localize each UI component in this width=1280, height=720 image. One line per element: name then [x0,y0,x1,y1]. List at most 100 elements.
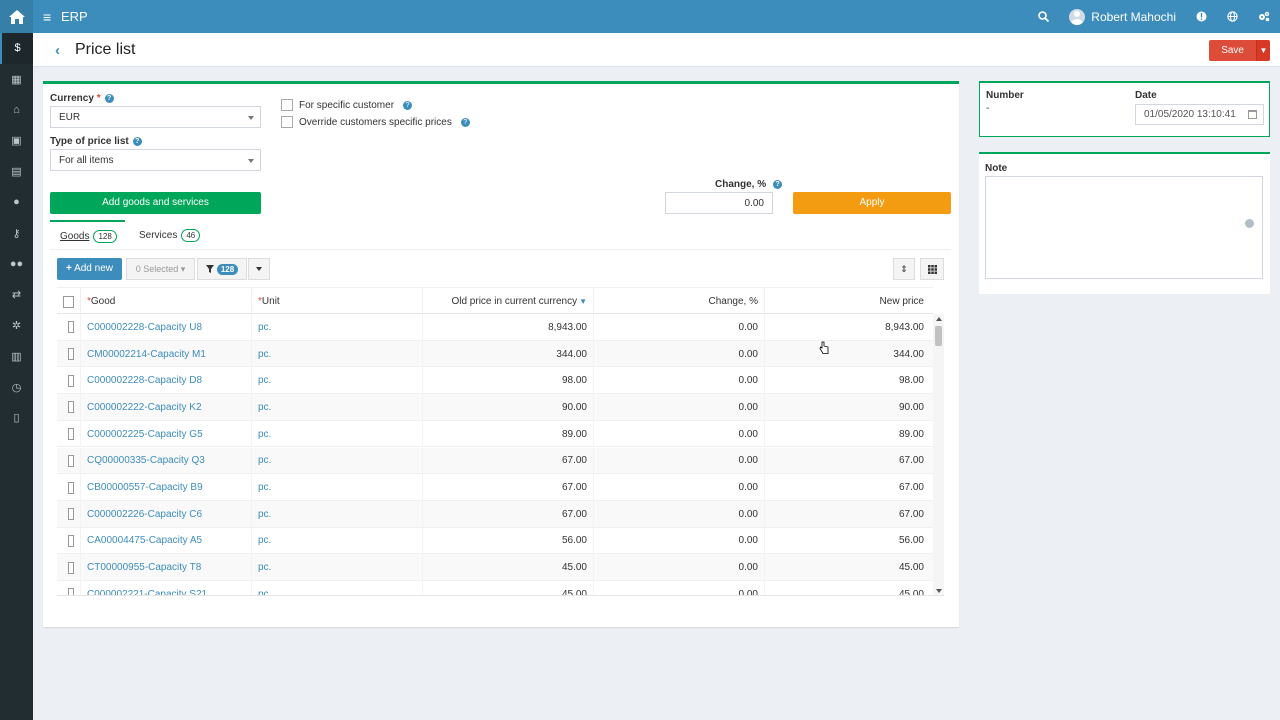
row-checkbox[interactable] [68,428,74,441]
unit-cell[interactable]: pc. [252,581,423,595]
good-cell[interactable]: CA00004475-Capacity A5 [81,527,252,555]
unit-link[interactable]: pc. [258,509,271,520]
good-cell[interactable]: CM00002214-Capacity M1 [81,340,252,368]
good-cell[interactable]: C000002226-Capacity C6 [81,500,252,528]
user-menu[interactable]: Robert Mahochi [1069,8,1176,25]
unit-link[interactable]: pc. [258,455,271,466]
good-link[interactable]: CQ00000335-Capacity Q3 [87,455,205,466]
filter-button[interactable]: 128 [197,258,247,280]
apply-button[interactable]: Apply [793,192,951,214]
override-checkbox[interactable] [281,116,293,128]
new-price-cell[interactable]: 90.00 [765,394,933,421]
change-cell[interactable]: 0.00 [594,500,765,528]
table-row[interactable]: CA00004475-Capacity A5 pc. 56.00 0.00 56.00 [57,527,933,555]
new-price-cell[interactable]: 56.00 [765,528,933,555]
table-scrollbar[interactable] [933,314,944,595]
new-price-cell[interactable]: 67.00 [765,448,933,475]
search-icon[interactable] [1038,11,1050,22]
unit-link[interactable]: pc. [258,589,271,595]
change-cell[interactable]: 0.00 [594,581,765,595]
unit-cell[interactable]: pc. [252,527,423,555]
table-row[interactable]: C000002222-Capacity K2 pc. 90.00 0.00 90.00 [57,394,933,421]
clock-icon[interactable]: ◷ [0,372,33,403]
unit-cell[interactable]: pc. [252,447,423,475]
good-link[interactable]: C000002225-Capacity G5 [87,429,203,440]
unit-link[interactable]: pc. [258,429,271,440]
new-price-cell[interactable]: 8,943.00 [765,314,933,341]
sort-icon[interactable]: ⇕ [893,258,915,280]
select-all-checkbox[interactable] [63,295,74,308]
good-link[interactable]: CA00004475-Capacity A5 [87,535,202,546]
unit-cell[interactable]: pc. [252,367,423,395]
note-textarea[interactable] [985,176,1263,279]
users-icon[interactable]: ●● [0,249,33,280]
col-change[interactable]: Change, % [594,288,765,315]
hamburger-icon[interactable]: ≡ [43,9,51,25]
add-goods-button[interactable]: Add goods and services [50,192,261,214]
unit-link[interactable]: pc. [258,535,271,546]
table-row[interactable]: CB00000557-Capacity B9 pc. 67.00 0.00 67.00 [57,474,933,501]
row-checkbox[interactable] [68,534,74,547]
good-cell[interactable]: C000002228-Capacity U8 [81,314,252,341]
table-row[interactable]: C000002228-Capacity U8 pc. 8,943.00 0.00 8,9… [57,314,933,341]
globe-icon[interactable] [1245,219,1254,228]
basket-icon[interactable]: ▦ [0,64,33,95]
row-checkbox[interactable] [68,348,74,361]
col-old-price[interactable]: Old price in current currency ▼ [423,288,594,315]
new-price-cell[interactable]: 67.00 [765,501,933,528]
save-button[interactable]: Save [1209,40,1256,61]
add-new-button[interactable]: + Add new [57,258,122,280]
change-cell[interactable]: 0.00 [594,394,765,421]
calendar-icon[interactable] [1248,110,1257,119]
good-cell[interactable]: C000002228-Capacity D8 [81,367,252,395]
table-row[interactable]: CQ00000335-Capacity Q3 pc. 67.00 0.00 67.00 [57,447,933,475]
unit-link[interactable]: pc. [258,482,271,493]
back-arrow-icon[interactable]: ‹ [55,42,60,59]
user-icon[interactable]: ● [0,187,33,218]
change-cell[interactable]: 0.00 [594,340,765,368]
table-row[interactable]: C000002226-Capacity C6 pc. 67.00 0.00 67.00 [57,500,933,528]
app-brand[interactable]: ERP [61,9,88,24]
unit-cell[interactable]: pc. [252,474,423,501]
good-cell[interactable]: C000002221-Capacity S21 [81,581,252,595]
good-link[interactable]: CT00000955-Capacity T8 [87,562,201,573]
good-cell[interactable]: C000002222-Capacity K2 [81,394,252,421]
archive-icon[interactable]: ▤ [0,156,33,187]
change-cell[interactable]: 0.00 [594,554,765,581]
grid-columns-icon[interactable] [920,258,944,280]
settings-icon[interactable] [1258,11,1270,22]
change-cell[interactable]: 0.00 [594,367,765,395]
unit-link[interactable]: pc. [258,349,271,360]
row-checkbox[interactable] [68,561,74,574]
globe-icon[interactable] [1227,11,1238,22]
cubes-icon[interactable]: ▣ [0,125,33,156]
col-good[interactable]: * Good [81,288,252,315]
currency-select[interactable]: EUR [50,106,261,128]
row-checkbox[interactable] [68,401,74,414]
tab-goods[interactable]: Goods 128 [50,220,125,250]
unit-link[interactable]: pc. [258,322,271,333]
table-row[interactable]: CM00002214-Capacity M1 pc. 344.00 0.00 344.0… [57,340,933,368]
col-unit[interactable]: * Unit [252,288,423,315]
home-icon[interactable] [0,0,33,33]
good-link[interactable]: C000002226-Capacity C6 [87,509,202,520]
bank-icon[interactable]: ⌂ [0,95,33,126]
unit-cell[interactable]: pc. [252,340,423,368]
good-cell[interactable]: C000002225-Capacity G5 [81,420,252,448]
row-checkbox[interactable] [68,321,74,334]
unit-link[interactable]: pc. [258,375,271,386]
row-checkbox[interactable] [68,374,74,387]
row-checkbox[interactable] [68,588,74,595]
dollar-icon[interactable]: $ [0,33,33,64]
unit-link[interactable]: pc. [258,402,271,413]
selected-dropdown[interactable]: 0 Selected ▾ [126,258,195,280]
unit-cell[interactable]: pc. [252,500,423,528]
file-icon[interactable]: ▯ [0,403,33,434]
unit-link[interactable]: pc. [258,562,271,573]
table-row[interactable]: CT00000955-Capacity T8 pc. 45.00 0.00 45.00 [57,554,933,581]
good-cell[interactable]: CB00000557-Capacity B9 [81,474,252,501]
chart-icon[interactable]: ▥ [0,341,33,372]
type-select[interactable]: For all items [50,149,261,171]
row-checkbox[interactable] [68,454,74,467]
change-cell[interactable]: 0.00 [594,420,765,448]
